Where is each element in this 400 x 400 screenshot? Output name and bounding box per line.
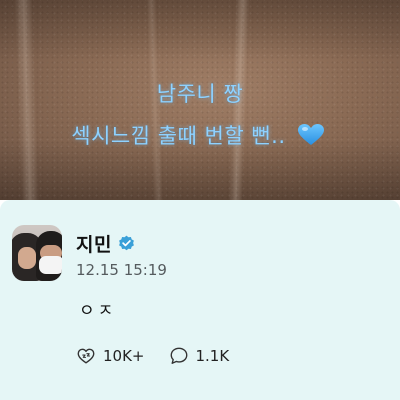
story-caption-text: 남주니 짱 [156, 82, 244, 106]
comment-icon [170, 347, 187, 364]
story-caption-line-2: 섹시느낌 출때 번할 뻔.. [0, 120, 400, 150]
comment-count: 1.1K [195, 347, 230, 365]
story-caption-text: 섹시느낌 출때 번할 뻔.. [71, 124, 286, 148]
story-caption-line-1: 남주니 짱 [0, 78, 400, 108]
story-photo: 남주니 짱 섹시느낌 출때 번할 뻔.. [0, 0, 400, 200]
verified-badge-icon [119, 235, 134, 250]
avatar-face-mask [39, 256, 62, 274]
blue-heart-icon [297, 124, 324, 145]
post-text: ㅇㅈ [79, 301, 117, 321]
author-row: 지민 [76, 230, 135, 257]
post-card: 지민 12.15 15:19 ㅇㅈ 10K+ 1.1K [0, 200, 400, 400]
avatar[interactable] [12, 225, 62, 281]
like-button[interactable]: 10K+ [76, 346, 145, 366]
post-actions: 10K+ 1.1K [76, 346, 229, 366]
avatar-face-left [18, 247, 36, 269]
like-count: 10K+ [103, 347, 145, 365]
author-name[interactable]: 지민 [76, 230, 112, 257]
like-icon [77, 348, 95, 364]
post-timestamp: 12.15 15:19 [76, 261, 167, 279]
comment-button[interactable]: 1.1K [169, 346, 230, 366]
